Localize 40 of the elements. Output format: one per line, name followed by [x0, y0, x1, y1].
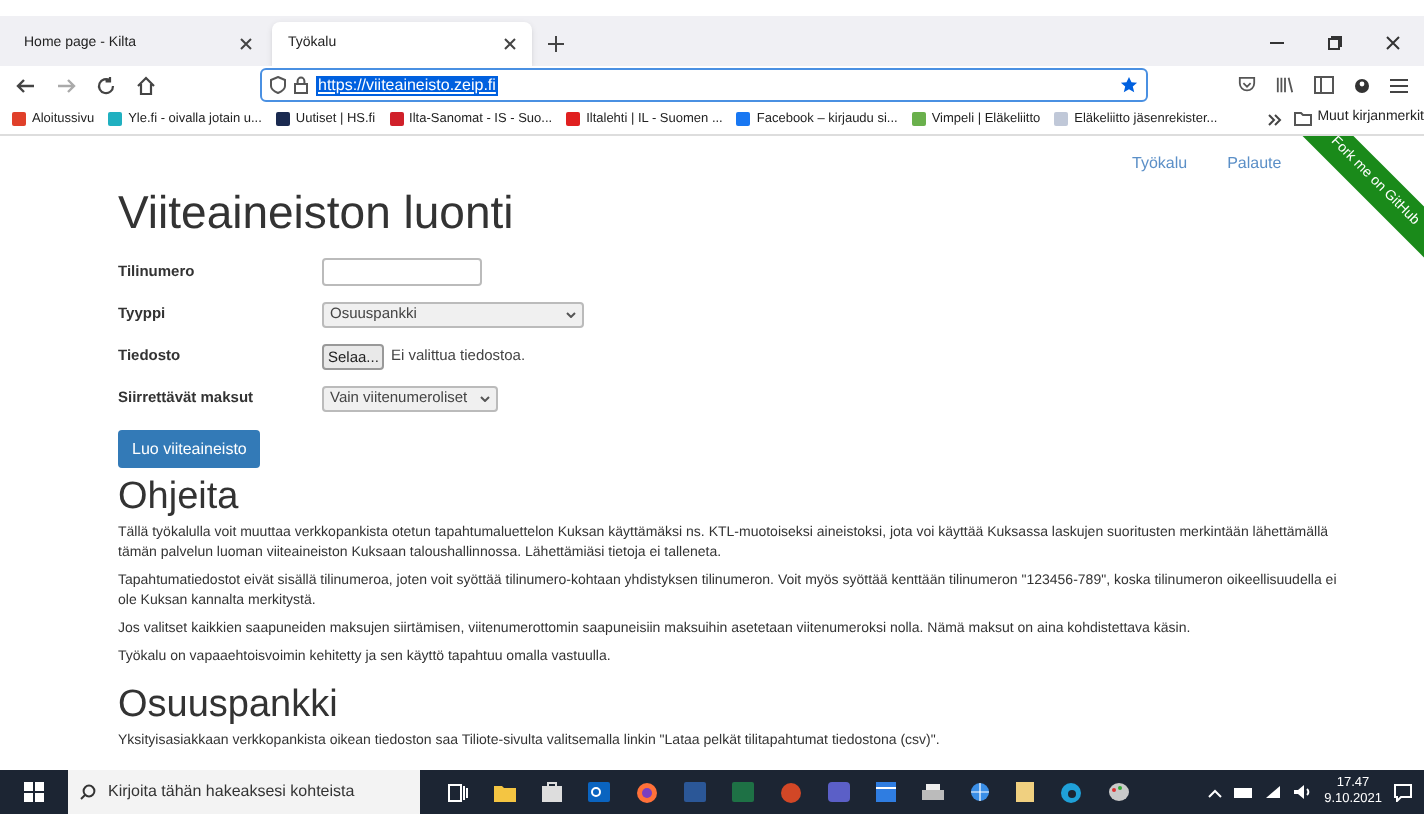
close-icon[interactable] — [1386, 36, 1400, 50]
start-icon[interactable] — [24, 782, 44, 802]
menu-icon[interactable] — [1390, 77, 1408, 93]
library-icon[interactable] — [1276, 76, 1294, 94]
back-icon[interactable] — [16, 75, 36, 95]
taskbar-search-field[interactable]: Kirjoita tähän hakeaksesi kohteista — [68, 770, 420, 814]
close-icon[interactable] — [240, 38, 252, 50]
search-icon — [80, 784, 96, 800]
sidebar-icon[interactable] — [1314, 76, 1334, 94]
chevron-icon[interactable] — [1267, 113, 1282, 125]
text-input-field[interactable] — [322, 258, 482, 286]
globe-icon[interactable] — [970, 782, 990, 802]
submit-button[interactable]: Luo viiteaineisto — [118, 430, 261, 468]
account-icon[interactable] — [1354, 77, 1370, 93]
lock-icon — [294, 76, 308, 94]
folder-icon — [1293, 112, 1312, 126]
chevron-down-icon — [566, 311, 576, 317]
notification-icon[interactable] — [1394, 783, 1412, 801]
restore-icon[interactable] — [1328, 36, 1342, 50]
reload-icon[interactable] — [96, 75, 116, 95]
paint-icon[interactable] — [1108, 782, 1130, 802]
section-heading: Ohjeita — [118, 478, 239, 518]
section-heading: Osuuspankki — [118, 686, 338, 726]
folder-icon[interactable] — [494, 783, 516, 801]
url-text: https://viiteaineisto.zeip.fi — [316, 75, 498, 95]
task-view-icon[interactable] — [448, 783, 468, 801]
caret-up-icon[interactable] — [1208, 787, 1223, 797]
star-icon[interactable] — [1120, 76, 1138, 94]
shield-icon — [270, 76, 286, 94]
address-bar[interactable]: https://viiteaineisto.zeip.fi — [260, 68, 1148, 102]
printer-icon[interactable] — [922, 783, 944, 801]
calendar-icon[interactable] — [876, 782, 896, 802]
new-tab-icon[interactable] — [548, 36, 564, 52]
close-icon[interactable] — [504, 38, 516, 50]
pocket-icon[interactable] — [1238, 76, 1256, 94]
home-icon[interactable] — [136, 75, 156, 95]
speaker-icon[interactable] — [1294, 784, 1313, 800]
chevron-down-icon — [479, 395, 490, 401]
store-icon[interactable] — [542, 782, 562, 802]
page-title: Viiteaineiston luonti — [118, 186, 514, 238]
